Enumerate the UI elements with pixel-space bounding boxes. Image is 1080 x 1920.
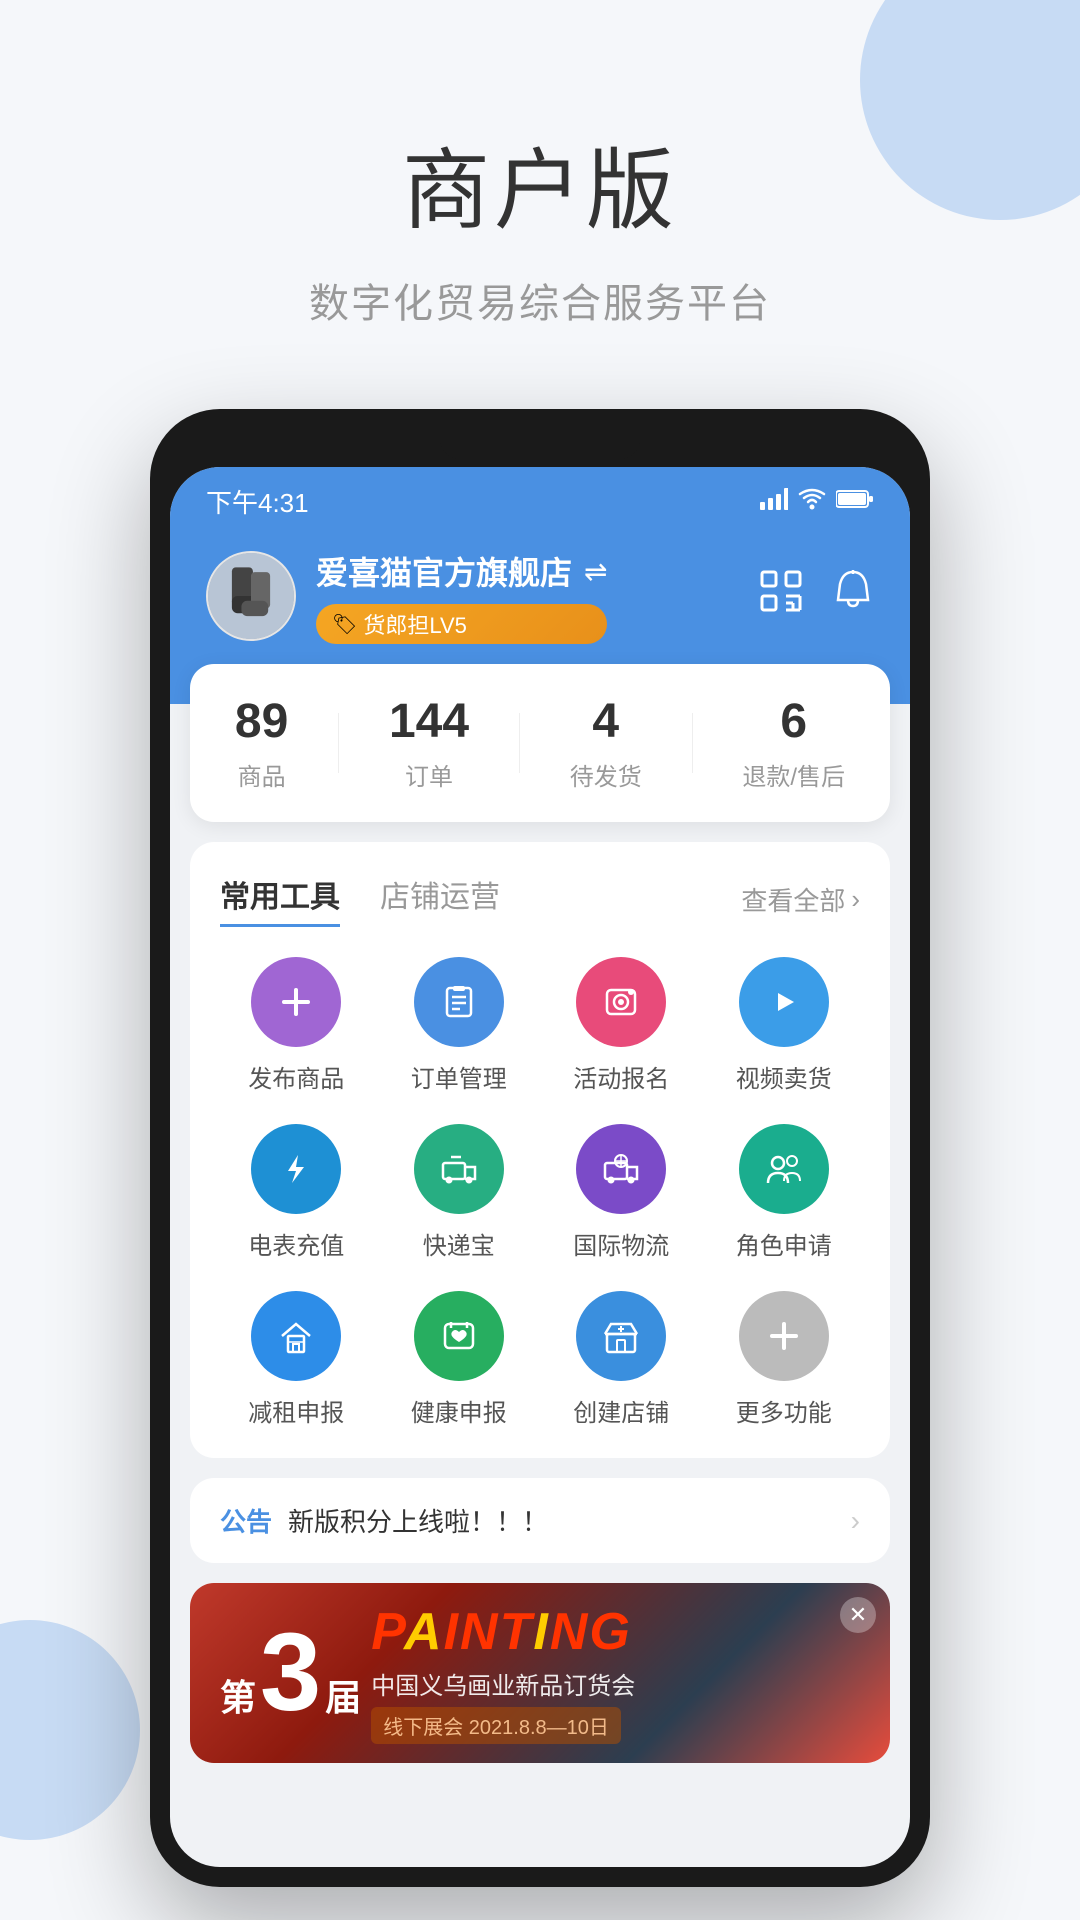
announce-text: 新版积分上线啦！！！ <box>288 1502 835 1539</box>
stat-products-number: 89 <box>235 694 288 749</box>
tool-label-electric: 电表充值 <box>248 1226 344 1261</box>
tab-common-tools[interactable]: 常用工具 <box>220 872 340 927</box>
tool-icon-logistics <box>576 1124 666 1214</box>
store-name: 爱喜猫官方旗舰店 <box>316 548 572 594</box>
stat-pending[interactable]: 4 待发货 <box>570 694 642 792</box>
banner-number: 3 <box>260 1618 321 1728</box>
stat-pending-number: 4 <box>592 694 619 749</box>
stat-refund[interactable]: 6 退款/售后 <box>742 694 845 792</box>
notification-icon[interactable] <box>832 568 874 624</box>
announcement-bar[interactable]: 公告 新版积分上线啦！！！ › <box>190 1478 890 1563</box>
tool-icon-express <box>414 1124 504 1214</box>
tool-role-apply[interactable]: 角色申请 <box>708 1124 861 1261</box>
tool-label-video: 视频卖货 <box>736 1059 832 1094</box>
tools-header: 常用工具 店铺运营 查看全部 › <box>220 872 860 927</box>
tool-publish-product[interactable]: 发布商品 <box>220 957 373 1094</box>
tab-store-ops[interactable]: 店铺运营 <box>380 872 500 927</box>
user-left: 爱喜猫官方旗舰店 ⇌ 🏷 货郎担LV5 <box>206 548 607 644</box>
stat-divider-3 <box>692 713 693 773</box>
wifi-icon <box>798 488 826 516</box>
tool-label-role: 角色申请 <box>736 1226 832 1261</box>
banner-close-button[interactable]: ✕ <box>840 1597 876 1633</box>
status-time: 下午4:31 <box>206 483 309 520</box>
switch-store-icon[interactable]: ⇌ <box>584 555 607 588</box>
view-all-button[interactable]: 查看全部 › <box>741 881 860 918</box>
chevron-right-icon: › <box>851 884 860 915</box>
status-bar: 下午4:31 <box>170 467 910 528</box>
level-badge: 🏷 货郎担LV5 <box>316 604 607 644</box>
badge-icon: 🏷 <box>332 612 357 637</box>
stat-orders-number: 144 <box>389 694 469 749</box>
tool-express[interactable]: 快递宝 <box>383 1124 536 1261</box>
banner-prefix: 第 <box>220 1669 256 1721</box>
tool-rent-reduce[interactable]: 减租申报 <box>220 1291 373 1428</box>
tool-label-order: 订单管理 <box>411 1059 507 1094</box>
stat-orders[interactable]: 144 订单 <box>389 694 469 792</box>
tool-label-publish: 发布商品 <box>248 1059 344 1094</box>
user-info-row: 爱喜猫官方旗舰店 ⇌ 🏷 货郎担LV5 <box>206 548 874 644</box>
tool-icon-publish <box>251 957 341 1047</box>
announce-badge: 公告 <box>220 1502 272 1539</box>
main-title: 商户版 <box>402 120 678 247</box>
tool-icon-electric <box>251 1124 341 1214</box>
avatar <box>206 551 296 641</box>
tool-label-rent: 减租申报 <box>248 1393 344 1428</box>
tool-label-health: 健康申报 <box>411 1393 507 1428</box>
signal-icon <box>760 488 788 516</box>
tool-create-store[interactable]: 创建店铺 <box>545 1291 698 1428</box>
stat-products[interactable]: 89 商品 <box>235 694 288 792</box>
stat-divider-2 <box>519 713 520 773</box>
tool-label-more: 更多功能 <box>736 1393 832 1428</box>
tool-icon-role <box>739 1124 829 1214</box>
tool-label-store: 创建店铺 <box>573 1393 669 1428</box>
tool-icon-activity <box>576 957 666 1047</box>
tool-icon-health <box>414 1291 504 1381</box>
stat-refund-number: 6 <box>780 694 807 749</box>
tools-grid: 发布商品 订单管理 活动报名 <box>220 957 860 1428</box>
tool-health-report[interactable]: 健康申报 <box>383 1291 536 1428</box>
stat-refund-label: 退款/售后 <box>742 757 845 792</box>
tool-icon-rent <box>251 1291 341 1381</box>
tool-video-sell[interactable]: 视频卖货 <box>708 957 861 1094</box>
banner-painting-text: PAINTING <box>371 1602 635 1662</box>
phone-mockup: 下午4:31 <box>150 409 930 1887</box>
store-name-row: 爱喜猫官方旗舰店 ⇌ <box>316 548 607 594</box>
tools-section: 常用工具 店铺运营 查看全部 › 发布商品 <box>190 842 890 1458</box>
phone-screen: 下午4:31 <box>170 467 910 1867</box>
sub-title: 数字化贸易综合服务平台 <box>309 271 771 329</box>
stat-divider-1 <box>338 713 339 773</box>
tool-icon-more <box>739 1291 829 1381</box>
scan-icon[interactable] <box>758 568 804 624</box>
banner-suffix: 届 <box>325 1669 361 1721</box>
tool-label-logistics: 国际物流 <box>573 1226 669 1261</box>
tools-tabs: 常用工具 店铺运营 <box>220 872 500 927</box>
tool-label-activity: 活动报名 <box>573 1059 669 1094</box>
tool-icon-store <box>576 1291 666 1381</box>
tool-icon-video <box>739 957 829 1047</box>
tool-activity[interactable]: 活动报名 <box>545 957 698 1094</box>
stat-products-label: 商品 <box>238 757 286 792</box>
header-right-icons <box>758 568 874 624</box>
phone-notch <box>440 429 640 459</box>
tool-electric[interactable]: 电表充值 <box>220 1124 373 1261</box>
view-all-label: 查看全部 <box>741 881 845 918</box>
battery-icon <box>836 489 874 515</box>
announce-arrow-icon: › <box>851 1505 860 1537</box>
stat-pending-label: 待发货 <box>570 757 642 792</box>
stats-card: 89 商品 144 订单 4 待发货 6 退款/售后 <box>190 664 890 822</box>
tool-more[interactable]: 更多功能 <box>708 1291 861 1428</box>
tool-icon-order <box>414 957 504 1047</box>
promo-banner[interactable]: 第 3 届 PAINTING 中国义乌画业新品订货会 线下展会 2021.8.8… <box>190 1583 890 1763</box>
banner-sub-text: 中国义乌画业新品订货会 <box>371 1666 635 1701</box>
tool-order-mgmt[interactable]: 订单管理 <box>383 957 536 1094</box>
banner-date-text: 线下展会 2021.8.8—10日 <box>371 1707 621 1744</box>
status-icons <box>760 488 874 516</box>
tool-intl-logistics[interactable]: 国际物流 <box>545 1124 698 1261</box>
avatar-image <box>208 553 294 639</box>
badge-text: 货郎担LV5 <box>363 608 467 640</box>
user-details: 爱喜猫官方旗舰店 ⇌ 🏷 货郎担LV5 <box>316 548 607 644</box>
stat-orders-label: 订单 <box>405 757 453 792</box>
tool-label-express: 快递宝 <box>423 1226 495 1261</box>
